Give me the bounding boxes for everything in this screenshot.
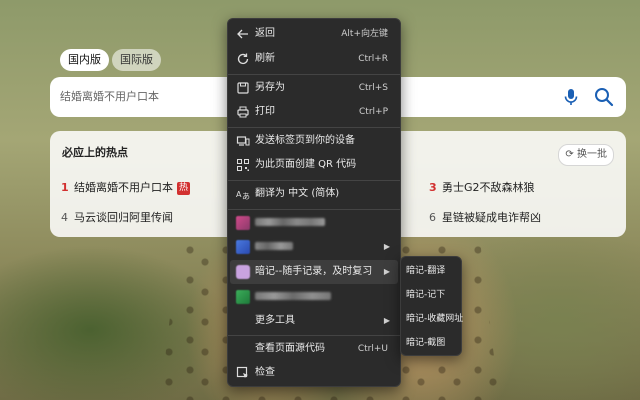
menu-item-label: 暗记--随手记录，及时复习 xyxy=(255,266,373,277)
submenu-item-bookmark-url[interactable]: 暗记-收藏网址 xyxy=(406,307,463,331)
menu-separator xyxy=(228,74,400,75)
menu-separator xyxy=(228,209,400,210)
menu-item-qr-code[interactable]: 为此页面创建 QR 代码 xyxy=(230,153,398,177)
menu-item-inspect[interactable]: 检查 xyxy=(230,361,398,385)
menu-item-view-source[interactable]: 查看页面源代码 Ctrl+U xyxy=(230,337,398,361)
menu-item-more-tools[interactable]: 更多工具 ▶ xyxy=(230,309,398,333)
hot-rank: 6 xyxy=(429,211,436,224)
menu-item-refresh[interactable]: 刷新 Ctrl+R xyxy=(230,47,398,71)
chevron-right-icon: ▶ xyxy=(383,267,390,276)
menu-item-label: 查看页面源代码 xyxy=(255,343,325,354)
hot-rank: 4 xyxy=(61,211,68,224)
qr-code-icon xyxy=(237,159,249,171)
extension-icon xyxy=(236,216,250,230)
search-input[interactable]: 结婚离婚不用户口本 xyxy=(60,77,159,117)
submenu-item-screenshot[interactable]: 暗记-截图 xyxy=(406,331,445,355)
menu-item-label: 返回 xyxy=(255,28,275,39)
menu-item-print[interactable]: 打印 Ctrl+P xyxy=(230,100,398,124)
hot-rank: 3 xyxy=(429,181,437,194)
menu-item-back[interactable]: 返回 Alt+向左键 xyxy=(230,22,398,46)
menu-item-label: 更多工具 xyxy=(255,315,295,326)
hot-topics-title: 必应上的热点 xyxy=(62,146,128,159)
menu-item-extension-redacted-3[interactable] xyxy=(230,285,398,309)
context-menu: 返回 Alt+向左键 刷新 Ctrl+R 另存为 Ctrl+S 打印 Ctrl+… xyxy=(227,18,401,387)
menu-item-extension-redacted-2[interactable]: ▶ xyxy=(230,235,398,259)
submenu-item-note-down[interactable]: 暗记-记下 xyxy=(406,283,445,307)
menu-item-translate[interactable]: Aあ 翻译为 中文 (简体) xyxy=(230,182,398,206)
refresh-hot-button[interactable]: ⟳ 换一批 xyxy=(558,144,614,166)
menu-item-label: 检查 xyxy=(255,367,275,378)
menu-item-label: 刷新 xyxy=(255,53,275,64)
refresh-hot-label: 换一批 xyxy=(577,149,607,160)
menu-item-save-as[interactable]: 另存为 Ctrl+S xyxy=(230,76,398,100)
hot-rank: 1 xyxy=(61,181,69,194)
menu-item-shortcut: Ctrl+P xyxy=(359,107,388,117)
menu-item-label: 打印 xyxy=(255,106,275,117)
hot-item-text: 结婚离婚不用户口本 xyxy=(74,181,173,194)
redacted-label xyxy=(255,285,331,309)
redacted-label xyxy=(255,235,293,259)
hot-item-text: 马云谈回归阿里传闻 xyxy=(74,211,173,224)
menu-item-extension-redacted-1[interactable] xyxy=(230,211,398,235)
extension-icon xyxy=(236,240,250,254)
tab-domestic[interactable]: 国内版 xyxy=(60,49,109,71)
note-extension-submenu: 暗记-翻译 暗记-记下 暗记-收藏网址 暗记-截图 xyxy=(400,256,463,356)
translate-icon: Aあ xyxy=(236,190,250,201)
extension-icon xyxy=(236,290,250,304)
devices-icon xyxy=(236,136,250,146)
submenu-item-translate[interactable]: 暗记-翻译 xyxy=(406,259,445,283)
menu-item-shortcut: Ctrl+U xyxy=(357,344,388,354)
menu-separator xyxy=(228,180,400,181)
redacted-label xyxy=(255,211,325,235)
search-icon[interactable] xyxy=(593,86,615,108)
hot-item[interactable]: 1 结婚离婚不用户口本热 xyxy=(61,179,191,195)
menu-item-label: 发送标签页到你的设备 xyxy=(255,135,355,146)
region-tabs: 国内版 国际版 xyxy=(60,49,161,71)
microphone-icon[interactable] xyxy=(561,87,581,107)
chevron-right-icon: ▶ xyxy=(383,316,390,325)
back-arrow-icon xyxy=(237,29,248,39)
menu-separator xyxy=(228,335,400,336)
hot-item[interactable]: 3 勇士G2不敌森林狼 xyxy=(429,179,535,195)
note-extension-icon xyxy=(236,265,250,279)
menu-item-send-to-devices[interactable]: 发送标签页到你的设备 xyxy=(230,129,398,153)
hot-item[interactable]: 4 马云谈回归阿里传闻 xyxy=(61,209,173,225)
menu-item-note-extension[interactable]: 暗记--随手记录，及时复习 ▶ xyxy=(230,260,398,284)
menu-item-label: 另存为 xyxy=(255,82,285,93)
inspect-icon xyxy=(236,366,248,378)
svg-text:あ: あ xyxy=(242,192,250,201)
hot-item[interactable]: 6 星链被疑成电诈帮凶 xyxy=(429,209,541,225)
menu-separator xyxy=(228,127,400,128)
refresh-icon xyxy=(237,53,249,65)
printer-icon xyxy=(237,106,249,118)
tab-international[interactable]: 国际版 xyxy=(112,49,161,71)
menu-item-shortcut: Ctrl+S xyxy=(358,83,388,93)
refresh-icon: ⟳ xyxy=(565,149,574,160)
menu-item-label: 为此页面创建 QR 代码 xyxy=(255,159,357,170)
menu-item-label: 翻译为 中文 (简体) xyxy=(255,188,340,199)
hot-item-text: 星链被疑成电诈帮凶 xyxy=(442,211,541,224)
save-icon xyxy=(237,82,249,94)
menu-item-shortcut: Ctrl+R xyxy=(358,54,388,64)
chevron-right-icon: ▶ xyxy=(383,242,390,251)
hot-badge: 热 xyxy=(177,182,191,195)
menu-item-shortcut: Alt+向左键 xyxy=(341,29,388,39)
hot-item-text: 勇士G2不敌森林狼 xyxy=(442,181,535,194)
